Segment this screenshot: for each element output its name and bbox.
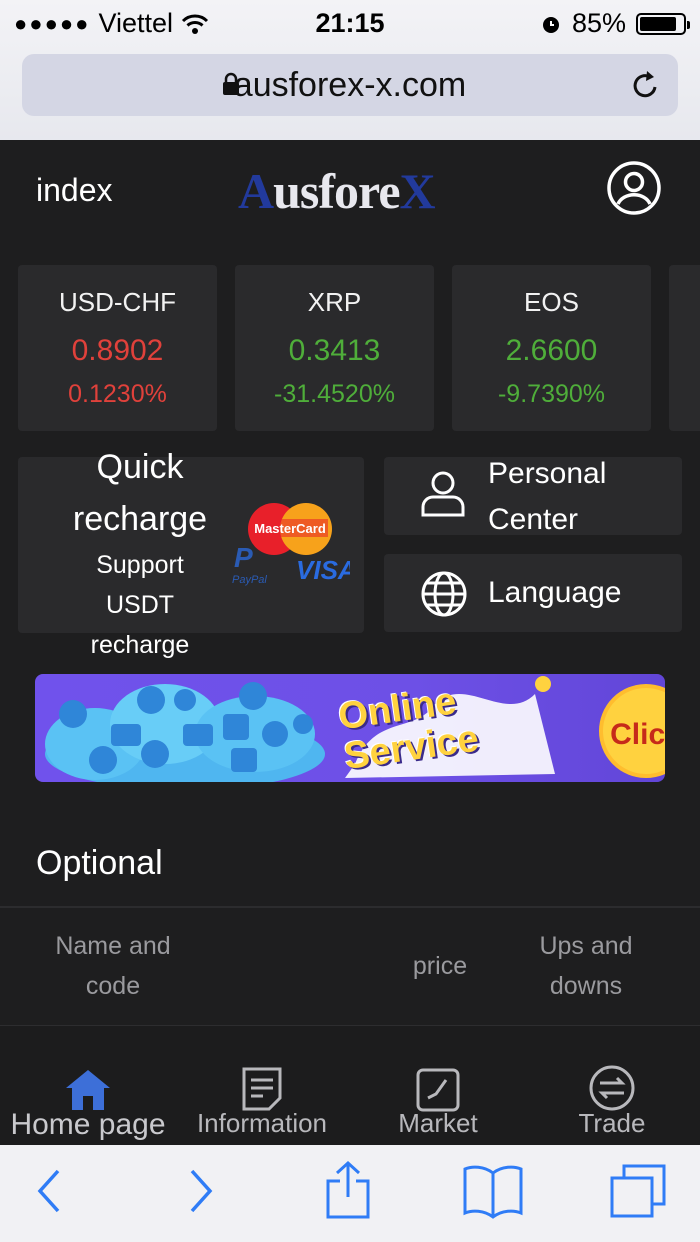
ticker-change: 0.1230% <box>68 380 167 408</box>
bookmarks-icon[interactable] <box>462 1163 524 1219</box>
recharge-sub-line2: USDT <box>105 591 175 619</box>
ticker-symbol: EOS <box>524 287 579 317</box>
personal-center-button[interactable]: Personal Center <box>384 457 682 536</box>
ticker-strip[interactable]: USD-CHF 0.8902 0.1230% XRP 0.3413 -31.45… <box>18 265 700 431</box>
tab-trade[interactable]: Trade <box>526 1026 698 1139</box>
tab-market-label: Market <box>398 1108 478 1138</box>
ticker-price: 0.3413 <box>288 334 381 367</box>
tab-trade-label: Trade <box>578 1108 646 1138</box>
recharge-title-line1: Quick <box>96 448 184 486</box>
reload-icon[interactable] <box>630 68 662 102</box>
svg-text:VISA: VISA <box>296 555 350 585</box>
recharge-text: Quick recharge Support USDT recharge <box>40 441 240 665</box>
battery-fill <box>640 16 676 31</box>
chart-icon <box>416 1068 460 1112</box>
address-bar[interactable]: ausforex-x.com <box>22 54 678 116</box>
tab-home-label: Home page <box>10 1108 166 1141</box>
brand-logo[interactable]: AusforeX <box>238 162 436 220</box>
app-header: index AusforeX <box>0 140 700 240</box>
browser-chrome: ●●●●● Viettel 21:15 85% ausforex-x.com <box>0 0 700 140</box>
visa-icon: VISA <box>296 555 350 585</box>
ticker-card[interactable]: EOS 2.6600 -9.7390% <box>452 265 651 431</box>
alarm-icon <box>542 16 559 33</box>
column-header-name[interactable]: Name and code <box>30 926 196 1006</box>
ticker-change: -9.7390% <box>497 380 606 408</box>
url-text: ausforex-x.com <box>233 66 467 104</box>
tab-information[interactable]: Information <box>176 1026 348 1139</box>
safari-toolbar <box>0 1145 700 1242</box>
page-title: index <box>36 172 113 208</box>
svg-text:PayPal: PayPal <box>232 574 267 586</box>
tab-information-label: Information <box>196 1108 328 1138</box>
ticker-card[interactable]: XRP 0.3413 -31.4520% <box>235 265 434 431</box>
battery-percent: 85% <box>571 8 626 38</box>
exchange-icon <box>589 1065 635 1111</box>
globe-icon <box>421 571 467 617</box>
document-icon <box>242 1067 282 1111</box>
ticker-card-partial[interactable] <box>669 265 700 431</box>
service-icons-cloud <box>45 682 325 782</box>
personal-center-line1: Personal <box>488 457 607 490</box>
ticker-symbol: USD-CHF <box>59 287 176 317</box>
user-icon <box>421 471 465 517</box>
svg-text:MasterCard: MasterCard <box>254 521 326 536</box>
recharge-sub-line3: recharge <box>90 631 190 659</box>
quick-recharge-card[interactable]: Quick recharge Support USDT recharge Mas… <box>18 448 364 659</box>
click-button[interactable]: Click <box>599 684 665 778</box>
column-header-change[interactable]: Ups and downs <box>516 926 656 1006</box>
recharge-title-line2: recharge <box>72 500 208 538</box>
tab-market[interactable]: Market <box>352 1026 524 1139</box>
ticker-symbol: XRP <box>307 287 362 317</box>
tab-home[interactable]: Home page <box>0 1026 176 1142</box>
ticker-price: 2.6600 <box>505 334 598 367</box>
online-service-banner[interactable]: Online Service Click <box>35 674 665 782</box>
recharge-sub-line1: Support <box>96 551 184 579</box>
account-icon[interactable] <box>606 160 662 216</box>
share-icon[interactable] <box>322 1159 374 1221</box>
ticker-change: -31.4520% <box>274 380 395 408</box>
ticker-card[interactable]: USD-CHF 0.8902 0.1230% <box>18 265 217 431</box>
home-icon <box>66 1070 110 1110</box>
status-right: 85% <box>540 8 690 39</box>
language-button[interactable]: Language <box>384 554 682 632</box>
status-bar: ●●●●● Viettel 21:15 85% <box>0 0 700 46</box>
svg-text:P: P <box>234 542 253 573</box>
back-icon[interactable] <box>32 1165 64 1217</box>
section-divider <box>0 906 700 908</box>
optional-section-title: Optional <box>36 844 163 882</box>
personal-center-line2: Center <box>488 503 579 536</box>
column-header-price[interactable]: price <box>380 946 500 986</box>
bottom-tab-bar: Home page Information Market Trade <box>0 1025 700 1145</box>
forward-icon[interactable] <box>186 1165 218 1217</box>
tabs-icon[interactable] <box>608 1163 668 1219</box>
ticker-price: 0.8902 <box>71 334 164 367</box>
payment-cards-icon: MasterCard P PayPal VISA <box>232 503 350 586</box>
battery-icon <box>636 12 690 35</box>
language-label: Language <box>488 576 622 609</box>
mastercard-icon: MasterCard <box>248 503 332 555</box>
